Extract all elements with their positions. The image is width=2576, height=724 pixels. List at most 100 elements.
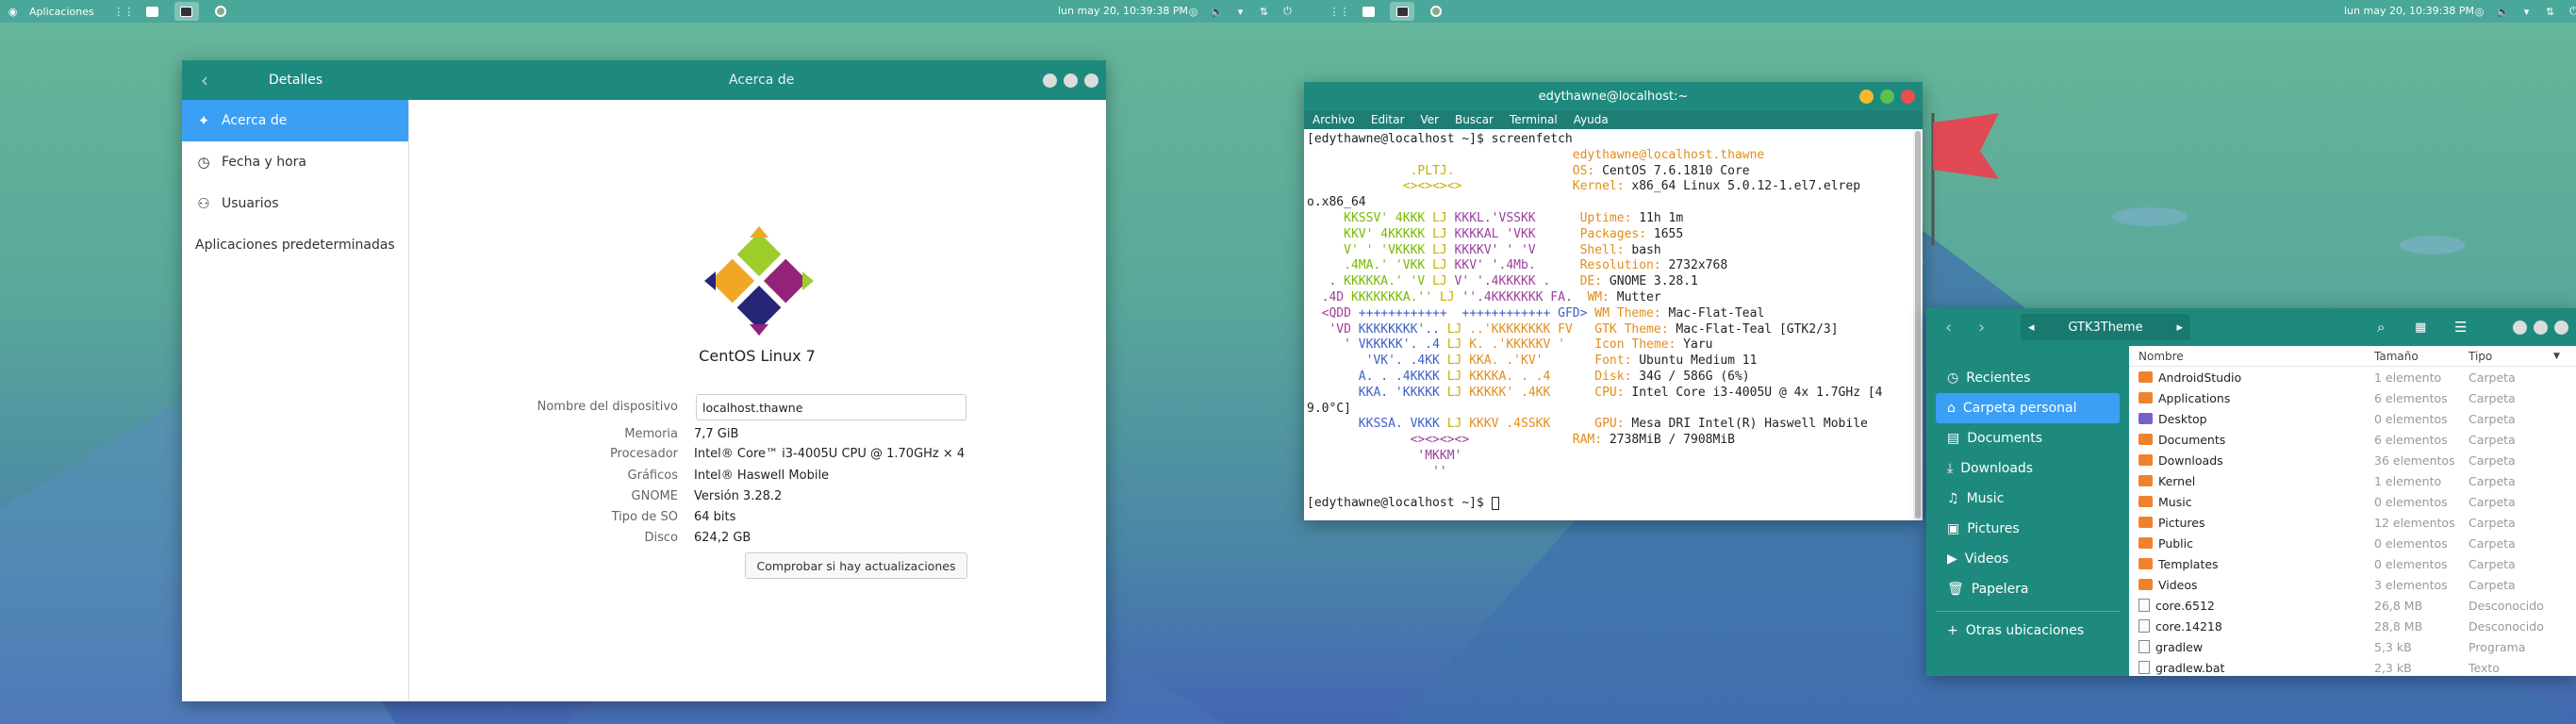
taskbar-files[interactable] (1356, 2, 1380, 21)
sidebar-item-datetime[interactable]: ◷ Fecha y hora (182, 141, 408, 183)
table-row[interactable]: Templates 0 elementos Carpeta (2129, 553, 2576, 574)
close-button[interactable] (1084, 73, 1098, 88)
files-window-icon (1362, 6, 1375, 17)
screenshot-icon[interactable]: ◎ (2472, 5, 2486, 19)
table-row[interactable]: gradlew 5,3 kB Programa (2129, 636, 2576, 657)
taskbar-terminal[interactable] (1390, 2, 1414, 21)
window-title: Acerca de (729, 73, 795, 88)
power-icon[interactable]: ⏻ (1280, 5, 1295, 19)
app-grid-icon[interactable]: ⋮⋮ (113, 5, 134, 19)
menu-search[interactable]: Buscar (1455, 113, 1494, 126)
table-row[interactable]: Music 0 elementos Carpeta (2129, 491, 2576, 512)
table-row[interactable]: gradlew.bat 2,3 kB Texto (2129, 657, 2576, 676)
column-type[interactable]: Tipo (2469, 350, 2553, 363)
sidebar-item-pictures[interactable]: ▣ Pictures (1926, 514, 2129, 544)
network-icon[interactable]: ⇅ (1257, 5, 1271, 19)
network-icon[interactable]: ⇅ (2543, 5, 2557, 19)
sidebar-item-videos[interactable]: ▶ Videos (1926, 544, 2129, 574)
sidebar-item-home[interactable]: ⌂ Carpeta personal (1936, 393, 2120, 423)
check-updates-button[interactable]: Comprobar si hay actualizaciones (745, 552, 967, 579)
path-right-arrow-icon[interactable]: ▸ (2176, 321, 2183, 335)
menu-view[interactable]: Ver (1420, 113, 1439, 126)
app-grid-icon[interactable]: ⋮⋮ (1329, 5, 1350, 19)
file-name: Music (2158, 494, 2192, 509)
taskbar-settings[interactable] (1424, 2, 1448, 21)
sidebar-item-trash[interactable]: 🗑 Papelera (1926, 574, 2129, 604)
files-window: ‹ › ◂ GTK3Theme ▸ ⌕ ▦ ☰ ◷ Recientes ⌂ Carp… (1926, 308, 2576, 676)
table-row[interactable]: Documents 6 elementos Carpeta (2129, 429, 2576, 450)
scrollbar-thumb[interactable] (1915, 131, 1921, 518)
graphics-label: Gráficos (627, 469, 678, 483)
back-arrow-icon[interactable]: ‹ (1945, 318, 1952, 337)
wifi-icon[interactable]: ▾ (1233, 5, 1247, 19)
sidebar-item-label: Carpeta personal (1962, 401, 2077, 416)
prompt-line: [edythawne@localhost ~]$ (1307, 496, 1492, 511)
sidebar-item-default-apps[interactable]: Aplicaciones predeterminadas (182, 224, 408, 266)
volume-icon[interactable]: 🔈 (2496, 5, 2510, 19)
path-left-arrow-icon[interactable]: ◂ (2028, 321, 2035, 335)
close-button[interactable] (1901, 89, 1915, 104)
sidebar-item-about[interactable]: ✦ Acerca de (182, 100, 408, 141)
maximize-button[interactable] (1880, 89, 1894, 104)
table-row[interactable]: AndroidStudio 1 elemento Carpeta (2129, 367, 2576, 387)
table-row[interactable]: Pictures 12 elementos Carpeta (2129, 512, 2576, 533)
close-button[interactable] (2554, 320, 2568, 335)
table-row[interactable]: core.6512 26,8 MB Desconocido (2129, 595, 2576, 616)
grid-view-icon[interactable]: ▦ (2415, 321, 2426, 335)
taskbar-files[interactable] (140, 2, 165, 21)
clock-icon: ◷ (1947, 370, 1959, 386)
file-type: Carpeta (2469, 411, 2516, 426)
path-segment[interactable]: GTK3Theme (2068, 321, 2142, 335)
menu-edit[interactable]: Editar (1371, 113, 1405, 126)
terminal-titlebar: edythawne@localhost:~ (1304, 82, 1923, 110)
table-row[interactable]: Kernel 1 elemento Carpeta (2129, 470, 2576, 491)
sidebar-item-label: Downloads (1960, 461, 2034, 476)
minimize-button[interactable] (2513, 320, 2527, 335)
menu-help[interactable]: Ayuda (1574, 113, 1609, 126)
fedora-logo-icon[interactable]: ◉ (6, 5, 20, 19)
minimize-button[interactable] (1859, 89, 1874, 104)
folder-icon (2138, 517, 2153, 528)
maximize-button[interactable] (1064, 73, 1078, 88)
sidebar-item-music[interactable]: ♫ Music (1926, 484, 2129, 514)
file-name: gradlew (2155, 639, 2204, 654)
menu-icon[interactable]: ☰ (2454, 319, 2467, 336)
taskbar-settings[interactable] (208, 2, 233, 21)
document-icon: ▤ (1947, 431, 1960, 446)
table-row[interactable]: Public 0 elementos Carpeta (2129, 533, 2576, 553)
sort-arrow-icon: ▼ (2553, 351, 2560, 361)
menu-file[interactable]: Archivo (1313, 113, 1355, 126)
applications-menu[interactable]: Aplicaciones (29, 6, 94, 18)
maximize-button[interactable] (2534, 320, 2548, 335)
wifi-icon[interactable]: ▾ (2519, 5, 2534, 19)
file-type: Carpeta (2469, 432, 2516, 447)
sidebar-item-downloads[interactable]: ⤓ Downloads (1926, 453, 2129, 484)
column-size[interactable]: Tamaño (2374, 350, 2469, 363)
sidebar-item-users[interactable]: ⚇ Usuarios (182, 183, 408, 224)
back-button[interactable]: ‹ (201, 69, 208, 91)
sidebar-item-other-locations[interactable]: + Otras ubicaciones (1926, 616, 2129, 646)
menu-terminal[interactable]: Terminal (1510, 113, 1558, 126)
power-icon[interactable]: ⏻ (2567, 5, 2576, 19)
volume-icon[interactable]: 🔈 (1210, 5, 1224, 19)
screenshot-icon[interactable]: ◎ (1186, 5, 1200, 19)
table-row[interactable]: Desktop 0 elementos Carpeta (2129, 408, 2576, 429)
taskbar-terminal[interactable] (173, 2, 199, 21)
clock[interactable]: lun may 20, 10:39:38 PM (1058, 0, 1188, 23)
table-row[interactable]: core.14218 28,8 MB Desconocido (2129, 616, 2576, 636)
column-name[interactable]: Nombre (2129, 350, 2374, 363)
sidebar-item-documents[interactable]: ▤ Documents (1926, 423, 2129, 453)
search-icon[interactable]: ⌕ (2377, 319, 2385, 336)
forward-arrow-icon[interactable]: › (1978, 318, 1985, 337)
terminal-output[interactable]: [edythawne@localhost ~]$ screenfetch edy… (1304, 129, 1913, 520)
table-row[interactable]: Applications 6 elementos Carpeta (2129, 387, 2576, 408)
clock-icon: ◷ (197, 154, 210, 171)
table-row[interactable]: Videos 3 elementos Carpeta (2129, 574, 2576, 595)
details-window: ‹ Detalles Acerca de ✦ Acerca de ◷ Fecha… (182, 60, 1106, 701)
terminal-scrollbar[interactable] (1913, 129, 1923, 520)
clock[interactable]: lun may 20, 10:39:38 PM (2344, 0, 2474, 23)
sidebar-item-recent[interactable]: ◷ Recientes (1926, 363, 2129, 393)
device-name-field[interactable] (696, 394, 966, 420)
minimize-button[interactable] (1043, 73, 1057, 88)
table-row[interactable]: Downloads 36 elementos Carpeta (2129, 450, 2576, 470)
